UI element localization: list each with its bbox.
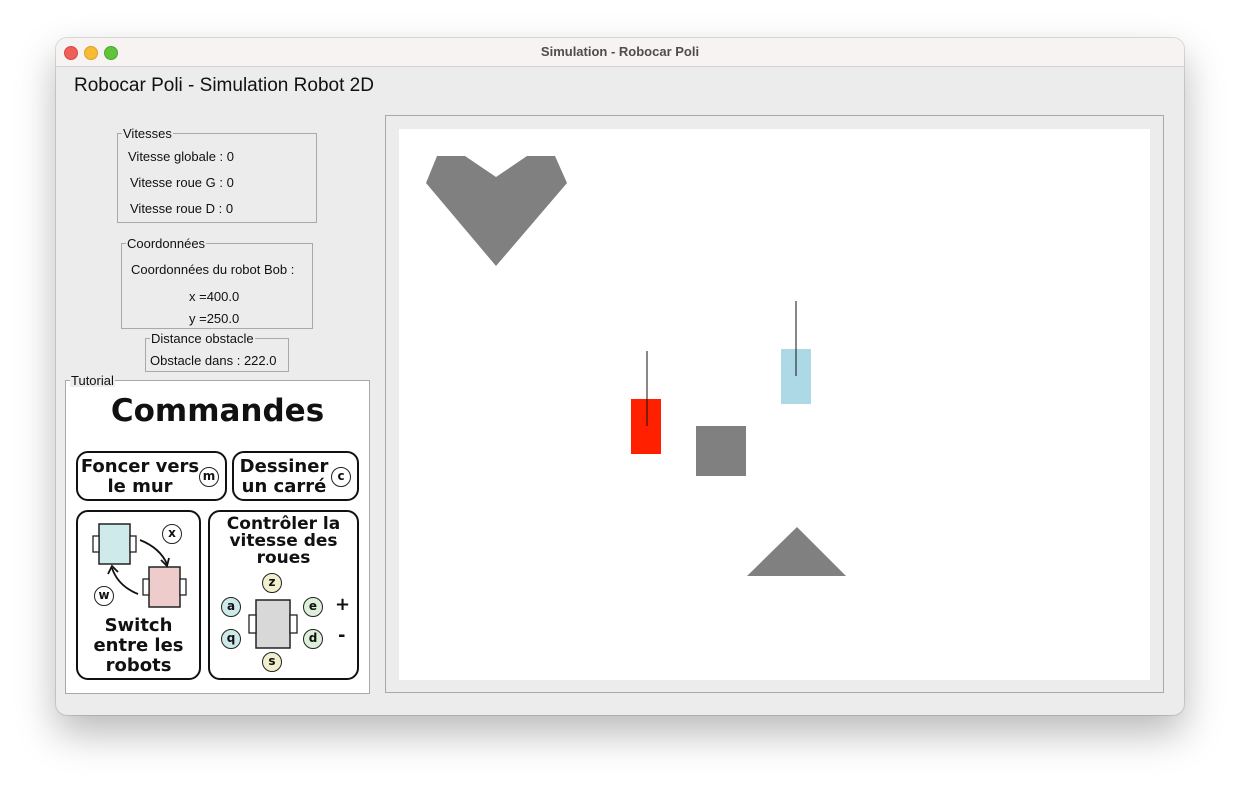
tutorial-panel: Commandes Foncer vers le mur m Dessiner … [65,380,370,694]
triangle-obstacle [747,527,846,576]
key-d: d [303,629,323,649]
switch-text-line1: Switch [104,615,173,636]
tutorial-robot-blue-right-wheel [129,535,137,553]
window-title: Simulation - Robocar Poli [540,44,700,59]
app-title: Robocar Poli - Simulation Robot 2D [74,75,374,96]
left-wheel-speed-label: Vitesse roue G : 0 [130,175,234,190]
wall-command-line1: Foncer vers [80,456,200,477]
close-window-button[interactable] [64,46,78,60]
switch-arrow-down [139,539,168,565]
speed-robot-right-wheel [289,614,298,634]
robot-red [631,399,661,454]
switch-robots-card: x w Switch entre les robots [76,510,201,680]
key-x: x [162,524,182,544]
coordinates-legend: Coordonnées [127,236,206,251]
key-s: s [262,652,282,672]
obstacle-distance-legend: Distance obstacle [151,331,254,346]
key-w: w [94,586,114,606]
key-m: m [199,467,219,487]
tutorial-robot-blue-left-wheel [92,535,100,553]
square-command-card: Dessiner un carré c [232,451,359,501]
speed-robot-left-wheel [248,614,257,634]
minus-sign: - [338,625,346,646]
square-command-line2: un carré [241,476,327,497]
heart-obstacle [426,156,567,266]
speeds-legend: Vitesses [123,126,172,141]
tutorial-robot-pink-right-wheel [179,578,187,596]
tutorial-legend: Tutorial [70,373,115,388]
square-obstacle [696,426,746,476]
minimize-window-button[interactable] [84,46,98,60]
simulation-scene [426,156,846,576]
tutorial-robot-blue [98,523,131,565]
maximize-window-button[interactable] [104,46,118,60]
obstacle-distance-value: Obstacle dans : 222.0 [150,353,277,368]
switch-text-line3: robots [105,655,172,676]
key-e: e [303,597,323,617]
wall-command-line2: le mur [107,476,173,497]
simulation-canvas[interactable] [399,129,1150,680]
x-coordinate-value: x =400.0 [189,289,240,304]
wall-command-card: Foncer vers le mur m [76,451,227,501]
robot-coordinates-label: Coordonnées du robot Bob : [131,262,295,277]
key-a: a [221,597,241,617]
speed-control-card: Contrôler la vitesse des roues z a q e d… [208,510,359,680]
right-wheel-speed-label: Vitesse roue D : 0 [130,201,234,216]
switch-arrow-up [111,567,139,595]
app-window: Simulation - Robocar Poli Robocar Poli -… [56,38,1184,715]
commands-heading: Commandes [110,393,325,429]
key-z: z [262,573,282,593]
tutorial-robot-pink [148,566,181,608]
key-c: c [331,467,351,487]
plus-sign: + [335,594,351,615]
square-command-line1: Dessiner [239,456,329,477]
title-bar[interactable]: Simulation - Robocar Poli [56,38,1184,67]
key-q: q [221,629,241,649]
switch-text-line2: entre les [93,635,184,656]
global-speed-label: Vitesse globale : 0 [128,149,234,164]
speed-robot-body [255,599,291,649]
y-coordinate-value: y =250.0 [189,311,240,326]
tutorial-robot-pink-left-wheel [142,578,150,596]
